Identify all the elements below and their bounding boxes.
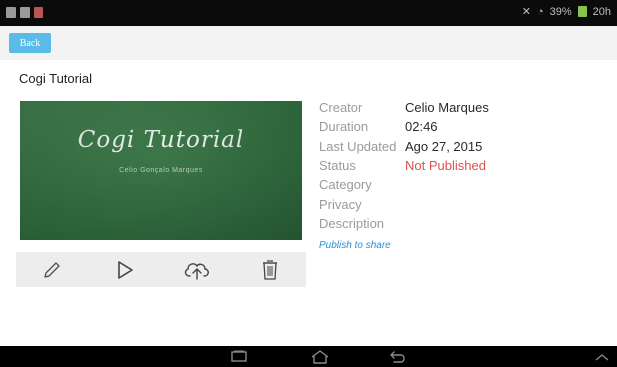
detail-label: Last Updated [319,138,397,154]
detail-label: Creator [319,100,363,116]
video-thumbnail[interactable]: Cogi Tutorial Celio Gonçalo Marques [20,101,302,240]
upload-icon [185,262,210,280]
detail-value: Ago 27, 2015 [405,138,483,154]
chevron-up-icon [595,353,609,360]
detail-row-creator: Creator Celio Marques [319,98,609,117]
details-panel: Creator Celio Marques Duration 02:46 Las… [319,98,609,233]
detail-row-status: Status Not Published [319,156,609,175]
back-icon [390,350,405,363]
detail-label: Description [319,215,385,231]
system-nav-bar [0,346,617,367]
detail-label: Status [319,158,356,174]
wifi-icon: ◔ [536,5,544,18]
detail-label: Privacy [319,196,362,212]
detail-row-category: Category [319,175,609,194]
toolbar: Back [0,26,617,60]
detail-label: Duration [319,119,369,135]
detail-row-privacy: Privacy [319,194,609,213]
expand-button[interactable] [590,348,614,365]
status-bar: ✕ ◔ 39% 20h [0,0,617,26]
recent-apps-icon [231,350,247,362]
thumbnail-subtitle: Celio Gonçalo Marques [119,167,203,174]
status-right: ✕ ◔ 39% 20h [521,5,611,19]
page-title: Cogi Tutorial [19,71,92,86]
action-bar [16,252,306,287]
detail-value: Celio Marques [405,100,489,116]
thumbnail-title: Cogi Tutorial [77,127,245,153]
home-icon [311,349,329,364]
screenshot-icon [20,7,30,18]
detail-row-last-updated: Last Updated Ago 27, 2015 [319,137,609,156]
back-button[interactable]: Back [9,33,51,53]
mute-icon: ✕ [521,6,531,18]
delete-icon [262,259,277,280]
gallery-icon [6,7,16,18]
recent-apps-button[interactable] [224,348,254,365]
detail-row-duration: Duration 02:46 [319,117,609,136]
delete-button[interactable] [250,254,290,286]
publish-to-share-link[interactable]: Publish to share [319,240,391,251]
battery-icon [577,6,587,17]
status-left-icons [6,7,43,18]
play-button[interactable] [105,254,145,286]
play-icon [117,260,133,279]
app-notification-icon [34,7,43,18]
back-nav-button[interactable] [383,348,413,365]
detail-row-description: Description [319,214,609,233]
status-badge: Not Published [405,158,486,174]
home-button[interactable] [305,348,335,365]
detail-label: Category [319,177,372,193]
battery-percent: 39% [549,5,572,18]
upload-button[interactable] [177,254,217,286]
edit-icon [44,261,60,278]
detail-value: 02:46 [405,119,438,135]
clock: 20h [592,5,611,18]
edit-button[interactable] [32,254,72,286]
